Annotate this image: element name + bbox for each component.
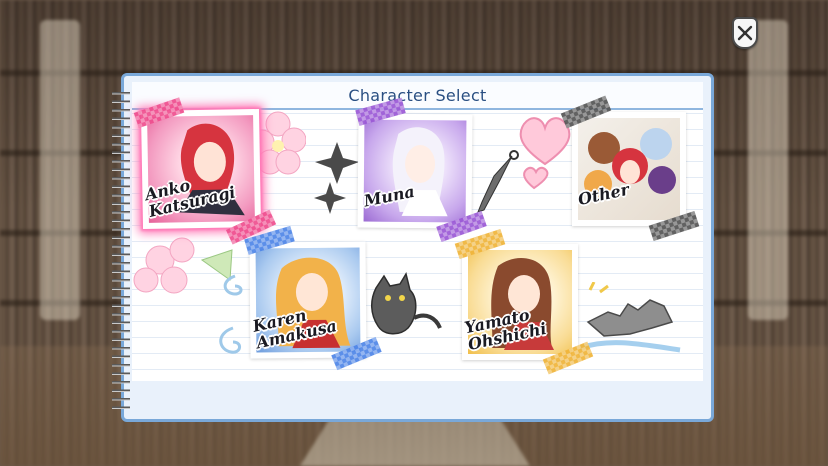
page-footer-strip xyxy=(132,381,703,411)
flame-swirl-decoration xyxy=(219,274,243,354)
shuriken-decoration xyxy=(314,142,359,214)
window-light xyxy=(748,20,788,320)
character-card-karen[interactable]: Karen Amakusa xyxy=(244,225,382,371)
character-card-other[interactable]: Other xyxy=(560,95,700,242)
close-button[interactable] xyxy=(732,17,758,49)
panel-header: Character Select xyxy=(132,82,703,110)
fallen-figure-scribble-decoration xyxy=(580,282,681,353)
window-light xyxy=(40,20,80,320)
character-card-yamato[interactable]: Yamato Ohshichi xyxy=(454,228,594,375)
character-card-anko[interactable]: Anko Katsuragi xyxy=(133,97,277,245)
notebook-spiral xyxy=(112,88,130,409)
page-title: Character Select xyxy=(348,85,487,105)
crossed-swords-icon xyxy=(737,25,753,41)
cat-scribble-decoration xyxy=(371,272,442,335)
character-card-muna[interactable]: Muna xyxy=(355,97,487,242)
